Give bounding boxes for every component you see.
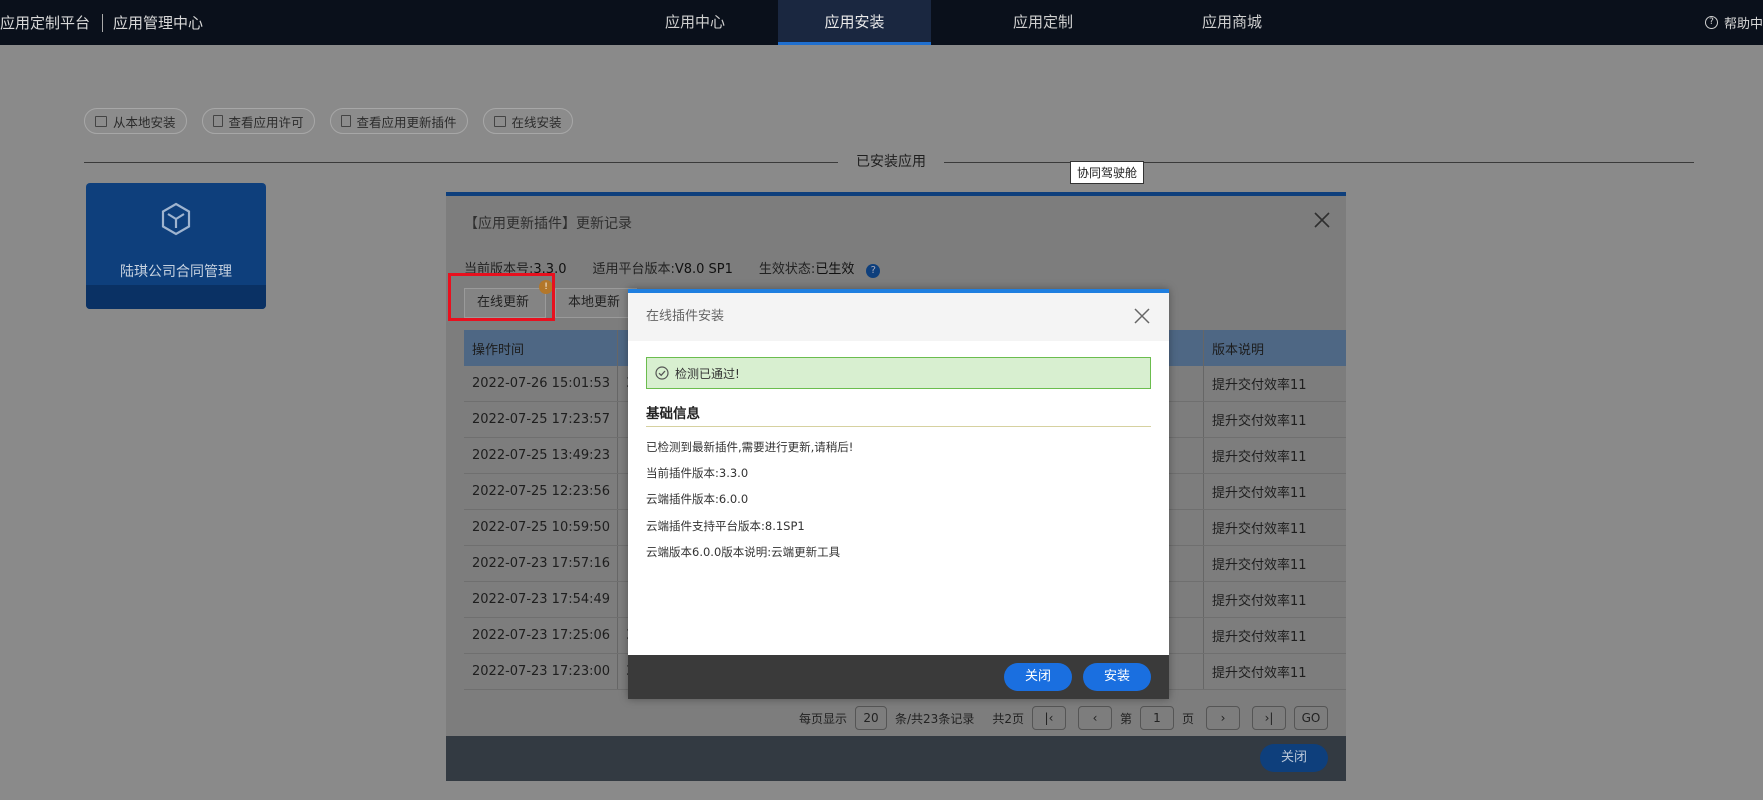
info-line-cloud-version: 云端插件版本:6.0.0 [646, 492, 749, 506]
row-version-note: 提升交付效率11 [1203, 510, 1346, 545]
header-operation-time: 操作时间 [464, 330, 618, 366]
local-install-label: 从本地安装 [113, 114, 176, 130]
close-button[interactable]: 关闭 [1004, 663, 1072, 691]
info-line-detected: 已检测到最新插件,需要进行更新,请稍后! [646, 440, 854, 454]
row-version-note: 提升交付效率11 [1203, 546, 1346, 581]
update-records-footer: 关闭 [446, 736, 1346, 781]
brand-area: 应用定制平台 应用管理中心 [0, 0, 203, 45]
row-version-note: 提升交付效率11 [1203, 582, 1346, 617]
app-card[interactable]: 陆琪公司合同管理 [86, 183, 266, 309]
online-install-button[interactable]: 在线安装 [482, 108, 573, 134]
row-time: 2022-07-25 10:59:50 [464, 510, 618, 545]
close-icon[interactable] [1312, 210, 1332, 230]
app-card-name: 陆琪公司合同管理 [120, 264, 232, 280]
document-icon [340, 115, 351, 127]
row-version-note: 提升交付效率11 [1203, 654, 1346, 689]
basic-info-divider [646, 426, 1151, 427]
view-update-plugin-label: 查看应用更新插件 [356, 114, 457, 130]
management-center-title: 应用管理中心 [113, 14, 204, 32]
row-time: 2022-07-26 15:01:53 [464, 366, 618, 401]
check-circle-icon [655, 366, 669, 380]
records-close-button[interactable]: 关闭 [1260, 744, 1328, 772]
monitor-icon [493, 115, 506, 127]
status: 生效状态:已生效? [758, 258, 881, 278]
tooltip: 协同驾驶舱 [1070, 161, 1145, 184]
brand-title: 应用定制平台 [0, 14, 91, 32]
header-version-note: 版本说明 [1203, 330, 1346, 366]
plugin-install-title: 在线插件安装 [628, 293, 1169, 341]
local-install-button[interactable]: 从本地安装 [84, 108, 187, 134]
brand-separator [102, 13, 104, 32]
check-passed-banner: 检测已通过! [646, 357, 1151, 389]
platform-version-value: V8.0 SP1 [674, 262, 733, 277]
row-version-note: 提升交付效率11 [1203, 366, 1346, 401]
platform-version-label: 适用平台版本: [592, 262, 675, 277]
row-version-note: 提升交付效率11 [1203, 474, 1346, 509]
update-records-title: 【应用更新插件】更新记录 [464, 216, 632, 232]
row-version-note: 提升交付效率11 [1203, 618, 1346, 653]
view-license-button[interactable]: 查看应用许可 [201, 108, 315, 134]
first-page-icon[interactable]: |‹ [1031, 706, 1066, 730]
total-pages: 共2页 [992, 711, 1024, 726]
highlight-box [448, 273, 555, 321]
online-plugin-install-dialog: 在线插件安装 检测已通过! 基础信息 已检测到最新插件,需要进行更新,请稍后! … [628, 289, 1169, 699]
local-update-button[interactable]: 本地更新 [555, 288, 637, 318]
status-value: 已生效 [815, 262, 855, 277]
app-card-footer [86, 285, 266, 309]
basic-info-title: 基础信息 [646, 406, 700, 422]
row-time: 2022-07-23 17:54:49 [464, 582, 618, 617]
top-navigation-bar: 应用定制平台 应用管理中心 应用中心 应用安装 应用定制 应用商城 ? 帮助中 [0, 0, 1763, 45]
cube-icon [161, 202, 191, 236]
document-icon [212, 115, 223, 127]
go-button[interactable]: GO [1294, 706, 1328, 730]
view-update-plugin-button[interactable]: 查看应用更新插件 [329, 108, 468, 134]
row-time: 2022-07-25 13:49:23 [464, 438, 618, 473]
platform-version: 适用平台版本:V8.0 SP1 [592, 258, 732, 278]
total-records: 条/共23条记录 [895, 711, 975, 726]
row-version-note: 提升交付效率11 [1203, 402, 1346, 437]
check-passed-text: 检测已通过! [675, 366, 740, 381]
install-button[interactable]: 安装 [1083, 663, 1151, 691]
nav-item-app-install[interactable]: 应用安装 [778, 0, 931, 45]
next-page-icon[interactable]: › [1206, 706, 1240, 730]
row-time: 2022-07-23 17:23:00 [464, 654, 618, 689]
last-page-icon[interactable]: ›| [1252, 706, 1286, 730]
close-icon[interactable] [1133, 307, 1151, 325]
page-number-input[interactable]: 1 [1139, 706, 1174, 730]
row-time: 2022-07-25 17:23:57 [464, 402, 618, 437]
status-label: 生效状态: [758, 262, 816, 277]
local-update-label: 本地更新 [568, 295, 621, 310]
help-link[interactable]: ? 帮助中 [1704, 0, 1763, 45]
page-suffix: 页 [1181, 711, 1194, 726]
info-line-version-note: 云端版本6.0.0版本说明:云端更新工具 [646, 545, 841, 559]
row-time: 2022-07-23 17:57:16 [464, 546, 618, 581]
view-license-label: 查看应用许可 [228, 114, 304, 130]
install-toolbar: 从本地安装 查看应用许可 查看应用更新插件 在线安装 [84, 108, 573, 134]
help-icon: ? [1704, 16, 1718, 29]
pagination: 每页显示 20 条/共23条记录 共2页 |‹ ‹ 第 1 页 › ›| GO [799, 706, 1328, 730]
help-label: 帮助中 [1723, 17, 1763, 32]
installed-apps-label: 已安装应用 [838, 151, 944, 171]
prev-page-icon[interactable]: ‹ [1077, 706, 1112, 730]
online-install-label: 在线安装 [511, 114, 562, 130]
nav-item-app-center[interactable]: 应用中心 [620, 0, 770, 45]
question-icon[interactable]: ? [866, 264, 881, 278]
info-line-platform-support: 云端插件支持平台版本:8.1SP1 [646, 519, 805, 533]
plugin-install-footer: 关闭 安装 [628, 655, 1169, 699]
per-page-input[interactable]: 20 [855, 706, 887, 730]
nav-item-app-customize[interactable]: 应用定制 [968, 0, 1118, 45]
per-page-label: 每页显示 [798, 711, 847, 726]
nav-item-app-store[interactable]: 应用商城 [1157, 0, 1307, 45]
row-version-note: 提升交付效率11 [1203, 438, 1346, 473]
monitor-icon [95, 115, 107, 127]
page-prefix: 第 [1119, 711, 1132, 726]
row-time: 2022-07-25 12:23:56 [464, 474, 618, 509]
info-line-current-version: 当前插件版本:3.3.0 [646, 466, 749, 480]
row-time: 2022-07-23 17:25:06 [464, 618, 618, 653]
